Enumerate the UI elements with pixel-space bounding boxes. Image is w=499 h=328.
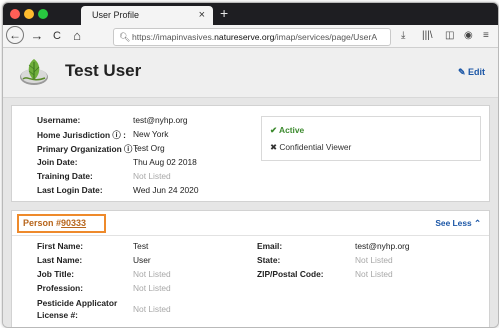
field-label: State: xyxy=(257,255,281,265)
field-label: Last Login Date: xyxy=(37,185,103,195)
field-label: Email: xyxy=(257,241,283,251)
field-label: First Name: xyxy=(37,241,84,251)
field-label: Home Jurisdiction ⓘ : xyxy=(37,130,126,140)
person-id-link[interactable]: 90333 xyxy=(61,218,86,228)
minimize-window-button[interactable] xyxy=(24,9,34,19)
imap-logo-icon xyxy=(20,59,48,85)
field-label: License #: xyxy=(37,310,78,320)
tab-close-icon[interactable]: × xyxy=(199,6,205,25)
training-date-value: Not Listed xyxy=(133,171,171,181)
username-value: test@nyhp.org xyxy=(133,115,188,125)
close-window-button[interactable] xyxy=(10,9,20,19)
first-name-value: Test xyxy=(133,241,149,251)
edit-profile-link[interactable]: ✎ Edit xyxy=(458,67,485,78)
library-icon[interactable]: |||\ xyxy=(422,28,433,44)
page-content: Test User ✎ Edit Username: test@nyhp.org… xyxy=(3,48,498,327)
see-less-toggle[interactable]: See Less ⌃ xyxy=(435,218,481,228)
email-value: test@nyhp.org xyxy=(355,241,410,251)
account-card: Username: test@nyhp.org Home Jurisdictio… xyxy=(11,105,490,202)
search-icon: 🔍︎ xyxy=(119,32,131,42)
field-label: ZIP/Postal Code: xyxy=(257,269,324,279)
person-title: Person #90333 xyxy=(23,218,87,228)
pesticide-license-value: Not Listed xyxy=(133,304,171,314)
url-text: https://imapinvasives.natureserve.org/im… xyxy=(132,32,378,42)
field-label: Pesticide Applicator xyxy=(37,298,118,308)
profile-header: Test User ✎ Edit xyxy=(3,48,498,98)
field-label: Join Date: xyxy=(37,157,78,167)
address-bar[interactable]: 🔍︎ https://imapinvasives.natureserve.org… xyxy=(113,28,391,46)
person-id-highlight: Person #90333 xyxy=(17,214,106,233)
zoom-window-button[interactable] xyxy=(38,9,48,19)
page-title: Test User xyxy=(65,61,142,80)
account-icon[interactable]: ◉ xyxy=(464,28,473,44)
home-button[interactable]: ⌂ xyxy=(69,27,85,45)
browser-window: User Profile × + ← → C ⌂ 🔍︎ https://imap… xyxy=(2,2,499,328)
back-button[interactable]: ← xyxy=(6,26,24,44)
zip-value: Not Listed xyxy=(355,269,393,279)
home-jurisdiction-value: New York xyxy=(133,129,169,139)
primary-organization-value: Test Org xyxy=(133,143,165,153)
pencil-icon: ✎ xyxy=(457,67,466,77)
tab-user-profile[interactable]: User Profile × xyxy=(81,6,213,25)
job-title-value: Not Listed xyxy=(133,269,171,279)
join-date-value: Thu Aug 02 2018 xyxy=(133,157,197,167)
last-login-value: Wed Jun 24 2020 xyxy=(133,185,199,195)
tab-title: User Profile xyxy=(92,10,140,20)
person-card: Person #90333 See Less ⌃ First Name: Tes… xyxy=(11,210,490,327)
field-label: Username: xyxy=(37,115,81,125)
profession-value: Not Listed xyxy=(133,283,171,293)
browser-toolbar: ← → C ⌂ 🔍︎ https://imapinvasives.natures… xyxy=(3,25,498,48)
new-tab-button[interactable]: + xyxy=(220,4,228,22)
field-label: Training Date: xyxy=(37,171,93,181)
forward-button[interactable]: → xyxy=(29,27,45,45)
edit-label: Edit xyxy=(468,67,485,77)
state-value: Not Listed xyxy=(355,255,393,265)
account-status-box: ✔ Active ✖ Confidential Viewer xyxy=(261,116,481,161)
confidential-viewer-badge: ✖ Confidential Viewer xyxy=(270,142,352,152)
divider xyxy=(12,235,489,236)
field-label: Primary Organization ⓘ : xyxy=(37,144,138,154)
active-status-badge: ✔ Active xyxy=(270,125,305,135)
field-label: Job Title: xyxy=(37,269,75,279)
field-label: Last Name: xyxy=(37,255,83,265)
download-icon[interactable]: ⤓ xyxy=(401,28,405,44)
reload-button[interactable]: C xyxy=(49,27,65,45)
menu-icon[interactable]: ≡ xyxy=(483,28,489,44)
sidebar-icon[interactable]: ◫ xyxy=(445,28,454,44)
last-name-value: User xyxy=(133,255,151,265)
title-bar: User Profile × + xyxy=(3,3,498,25)
field-label: Profession: xyxy=(37,283,84,293)
